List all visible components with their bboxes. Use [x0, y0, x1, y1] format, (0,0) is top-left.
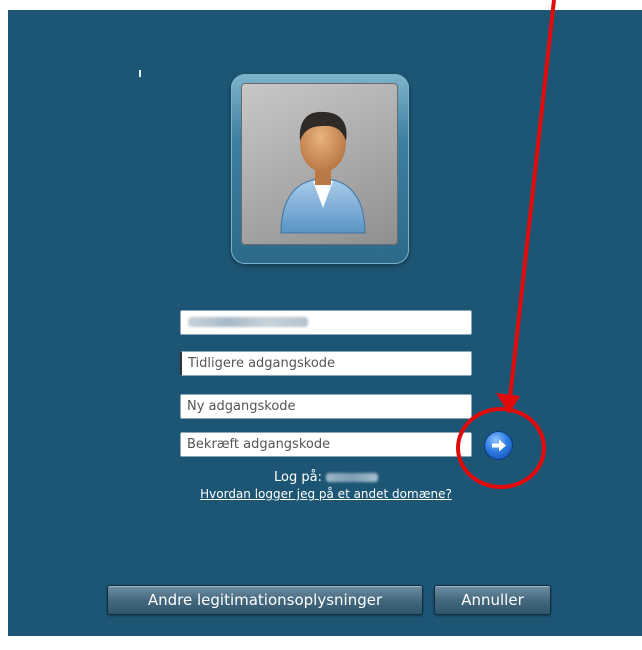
old-password-field[interactable] — [180, 351, 472, 376]
other-domain-help-link[interactable]: Hvordan logger jeg på et andet domæne? — [180, 487, 472, 501]
log-on-row: Log på: — [180, 470, 472, 485]
user-tile — [231, 74, 409, 264]
confirm-password-field[interactable] — [180, 432, 472, 457]
log-on-label: Log på: — [274, 470, 322, 485]
user-avatar — [241, 83, 398, 245]
username-value-blurred — [188, 317, 308, 327]
submit-arrow-button[interactable] — [485, 432, 512, 459]
cancel-button[interactable]: Annuller — [434, 585, 551, 615]
domain-name-blurred — [325, 473, 378, 482]
user-silhouette-icon — [280, 111, 366, 234]
other-credentials-button[interactable]: Andre legitimationsoplysninger — [107, 585, 423, 615]
arrow-right-icon — [492, 439, 506, 452]
text-cursor-mark — [139, 70, 141, 77]
new-password-field[interactable] — [180, 394, 472, 419]
